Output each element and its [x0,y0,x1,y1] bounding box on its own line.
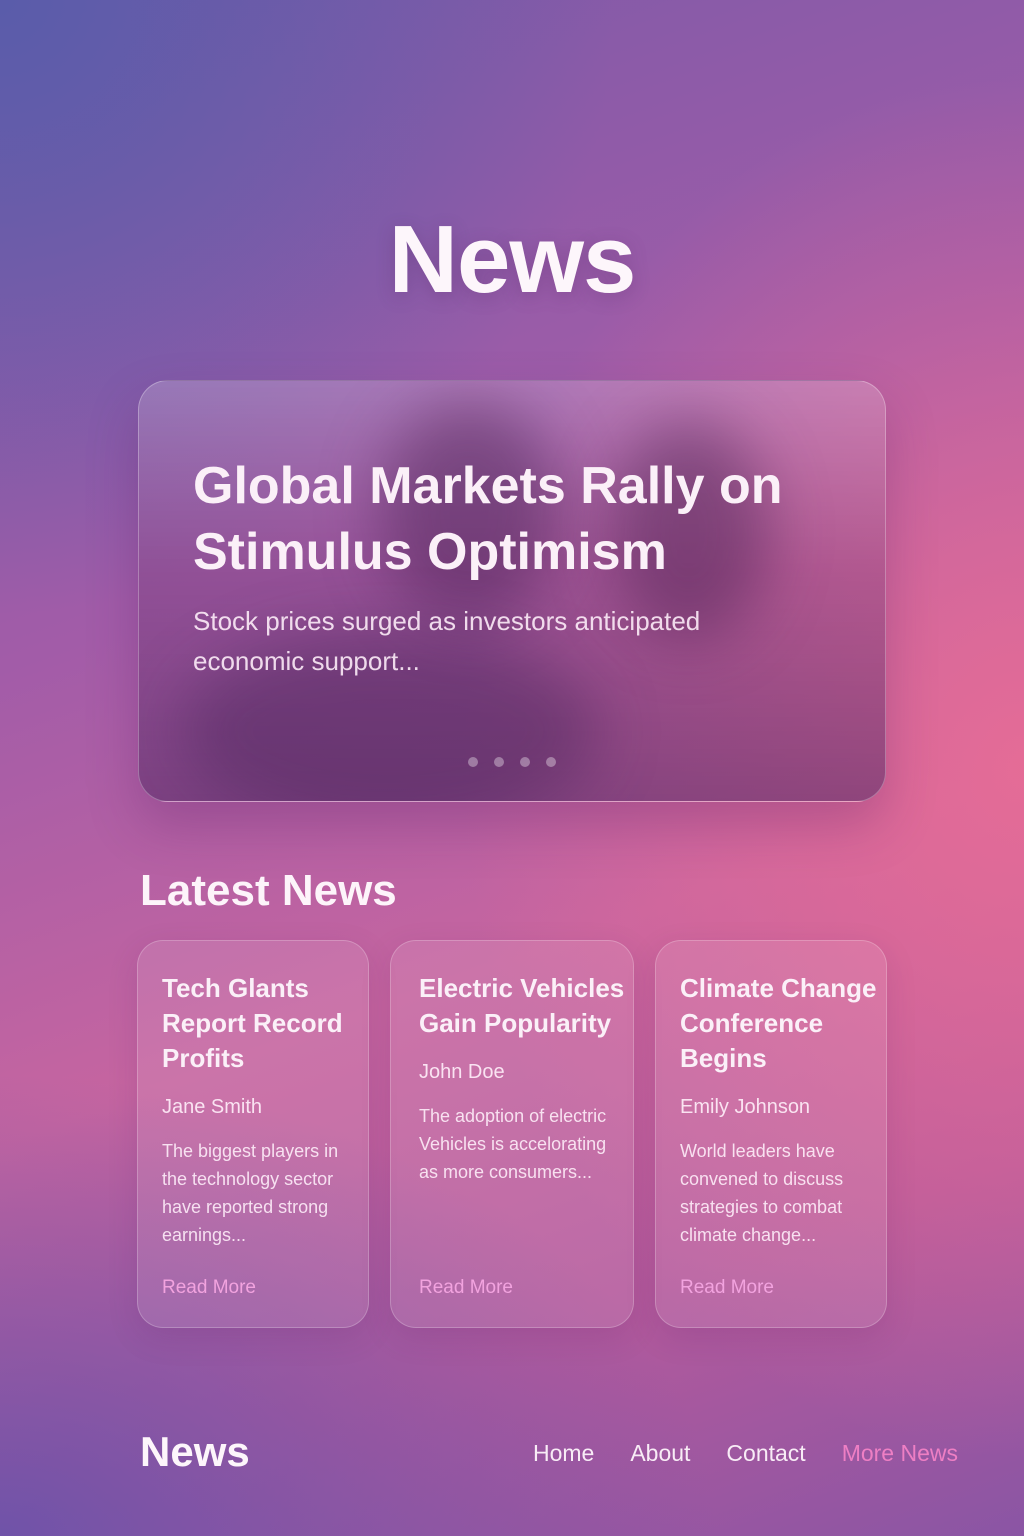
nav-link-contact[interactable]: Contact [726,1440,805,1467]
footer-nav: Home About Contact More News [533,1440,958,1467]
featured-summary: Stock prices surged as investors anticip… [193,606,701,676]
carousel-dot[interactable] [520,757,530,767]
card-excerpt: The biggest players in the technology se… [162,1141,339,1245]
footer: News Home About Contact More News [0,1400,1024,1510]
carousel-dots [139,757,885,767]
footer-logo[interactable]: News [140,1428,250,1476]
read-more-link[interactable]: Read More [680,1277,774,1299]
card-author: Emily Johnson [680,1096,811,1118]
card-title[interactable]: Electric Vehicles Gain Popularity [419,971,639,1041]
news-card[interactable]: Electric Vehicles Gain Popularity John D… [390,940,634,1328]
card-title[interactable]: Climate Change Conference Begins [680,971,900,1076]
carousel-dot[interactable] [468,757,478,767]
card-author: John Doe [419,1061,505,1083]
featured-article-card[interactable]: Global Markets Rally on Stimulus Optimis… [138,380,886,802]
carousel-dot[interactable] [494,757,504,767]
read-more-link[interactable]: Read More [162,1277,256,1299]
news-card[interactable]: Climate Change Conference Begins Emily J… [655,940,887,1328]
card-author: Jane Smith [162,1096,263,1118]
featured-title[interactable]: Global Markets Rally on Stimulus Optimis… [193,453,813,585]
card-title[interactable]: Tech Glants Report Record Profits [162,971,382,1076]
card-excerpt: The adoption of electric Vehicles is acc… [419,1106,607,1182]
nav-link-home[interactable]: Home [533,1440,594,1467]
latest-news-heading: Latest News [140,866,397,915]
news-card[interactable]: Tech Glants Report Record Profits Jane S… [137,940,369,1328]
read-more-link[interactable]: Read More [419,1277,513,1299]
card-excerpt: World leaders have convened to discuss s… [680,1141,844,1245]
page-title: News [388,206,637,313]
carousel-dot[interactable] [546,757,556,767]
nav-link-more-news[interactable]: More News [842,1440,958,1467]
nav-link-about[interactable]: About [630,1440,690,1467]
